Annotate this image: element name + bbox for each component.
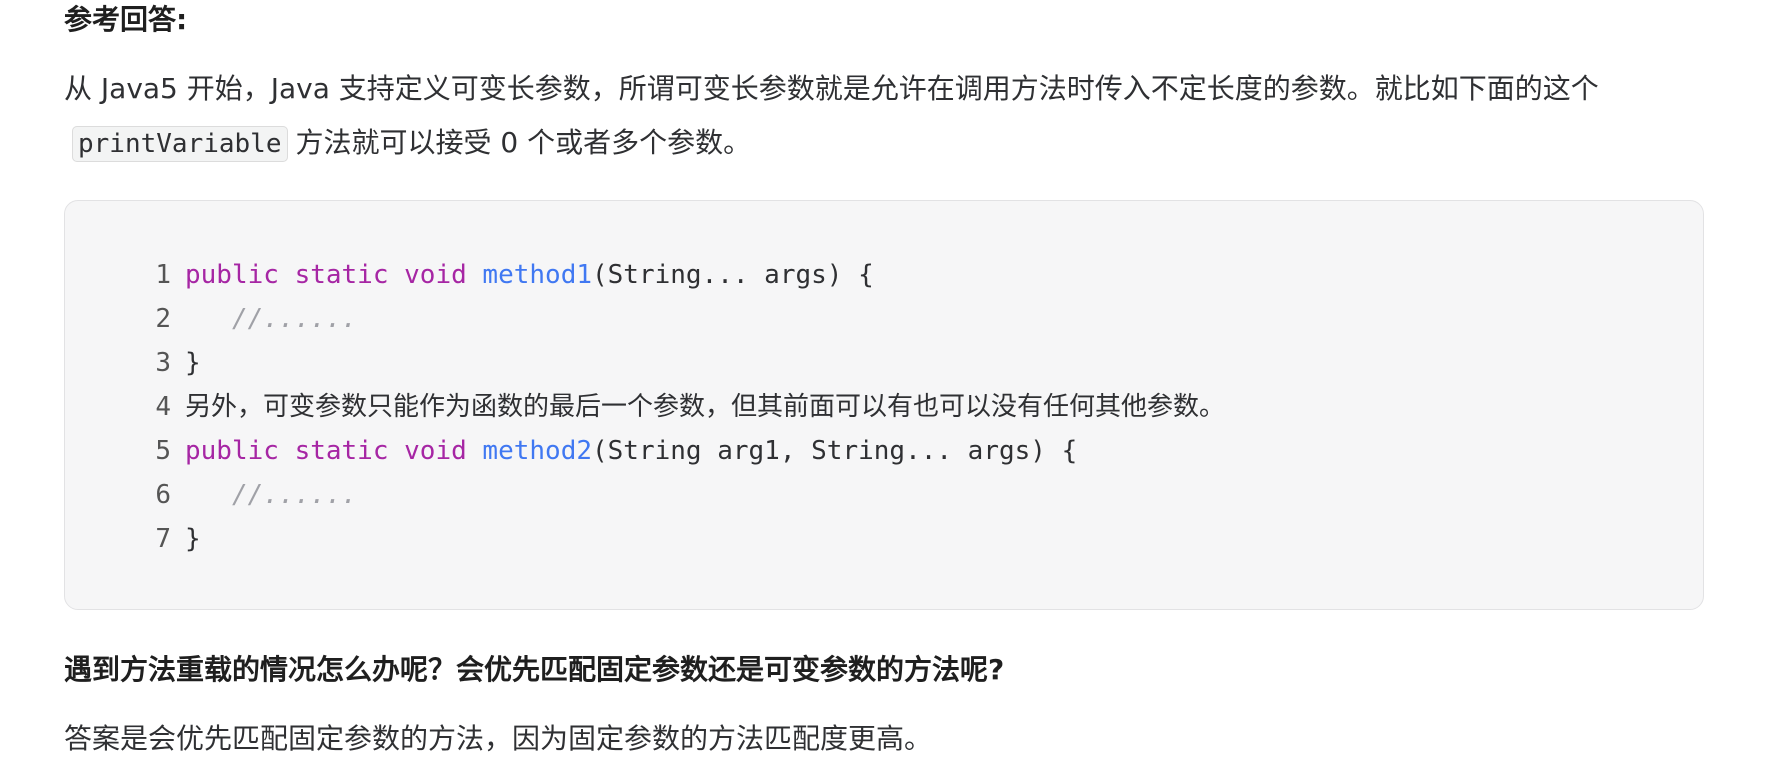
- intro-paragraph: 从 Java5 开始，Java 支持定义可变长参数，所谓可变长参数就是允许在调用…: [64, 62, 1704, 171]
- code-line: 5 public static void method2(String arg1,…: [135, 429, 1683, 473]
- inline-code-printvariable: printVariable: [72, 126, 288, 162]
- line-number: 1: [155, 260, 171, 290]
- code-content: //......: [185, 473, 357, 517]
- code-token-plain: }: [185, 524, 201, 554]
- code-token-fn: method2: [482, 436, 592, 466]
- line-number: 6: [155, 480, 171, 510]
- code-token-fn: method1: [482, 260, 592, 290]
- section-heading: 参考回答:: [64, 3, 188, 36]
- code-line: 1 public static void method1(String... ar…: [135, 253, 1683, 297]
- code-token-kw: public static void: [185, 436, 483, 466]
- line-number: 2: [155, 304, 171, 334]
- intro-text-before: 从 Java5 开始，Java 支持定义可变长参数，所谓可变长参数就是允许在调用…: [64, 72, 1599, 105]
- code-line: 2 //......: [135, 297, 1683, 341]
- code-token-cm: //......: [185, 480, 358, 510]
- question-heading: 遇到方法重载的情况怎么办呢？会优先匹配固定参数还是可变参数的方法呢?: [64, 653, 1005, 686]
- article-page: 参考回答: 从 Java5 开始，Java 支持定义可变长参数，所谓可变长参数就…: [0, 0, 1768, 784]
- code-content: }: [185, 517, 201, 561]
- code-content: public static void method1(String... arg…: [185, 253, 874, 297]
- code-lines: 1 public static void method1(String... ar…: [135, 253, 1683, 561]
- code-content: }: [185, 341, 201, 385]
- code-token-plain: }: [185, 348, 201, 378]
- code-line: 4 另外，可变参数只能作为函数的最后一个参数，但其前面可以有也可以没有任何其他参数…: [135, 385, 1683, 429]
- code-token-kw: public static void: [185, 260, 483, 290]
- line-number: 4: [155, 392, 171, 422]
- code-line: 6 //......: [135, 473, 1683, 517]
- intro-text-after: 方法就可以接受 0 个或者多个参数。: [295, 126, 752, 159]
- code-token-plain: (String arg1, String... args) {: [592, 436, 1078, 466]
- line-number: 5: [155, 436, 171, 466]
- code-token-cm: //......: [185, 304, 358, 334]
- line-number: 7: [155, 524, 171, 554]
- code-content: //......: [185, 297, 357, 341]
- line-number: 3: [155, 348, 171, 378]
- code-line: 7}: [135, 517, 1683, 561]
- code-block: 1 public static void method1(String... ar…: [64, 200, 1704, 610]
- code-token-plain: (String... args) {: [592, 260, 874, 290]
- code-content: public static void method2(String arg1, …: [185, 429, 1077, 473]
- answer-paragraph: 答案是会优先匹配固定参数的方法，因为固定参数的方法匹配度更高。: [64, 722, 933, 755]
- code-content: 另外，可变参数只能作为函数的最后一个参数，但其前面可以有也可以没有任何其他参数。: [185, 385, 1225, 429]
- code-line: 3}: [135, 341, 1683, 385]
- code-token-prose: 另外，可变参数只能作为函数的最后一个参数，但其前面可以有也可以没有任何其他参数。: [185, 392, 1226, 422]
